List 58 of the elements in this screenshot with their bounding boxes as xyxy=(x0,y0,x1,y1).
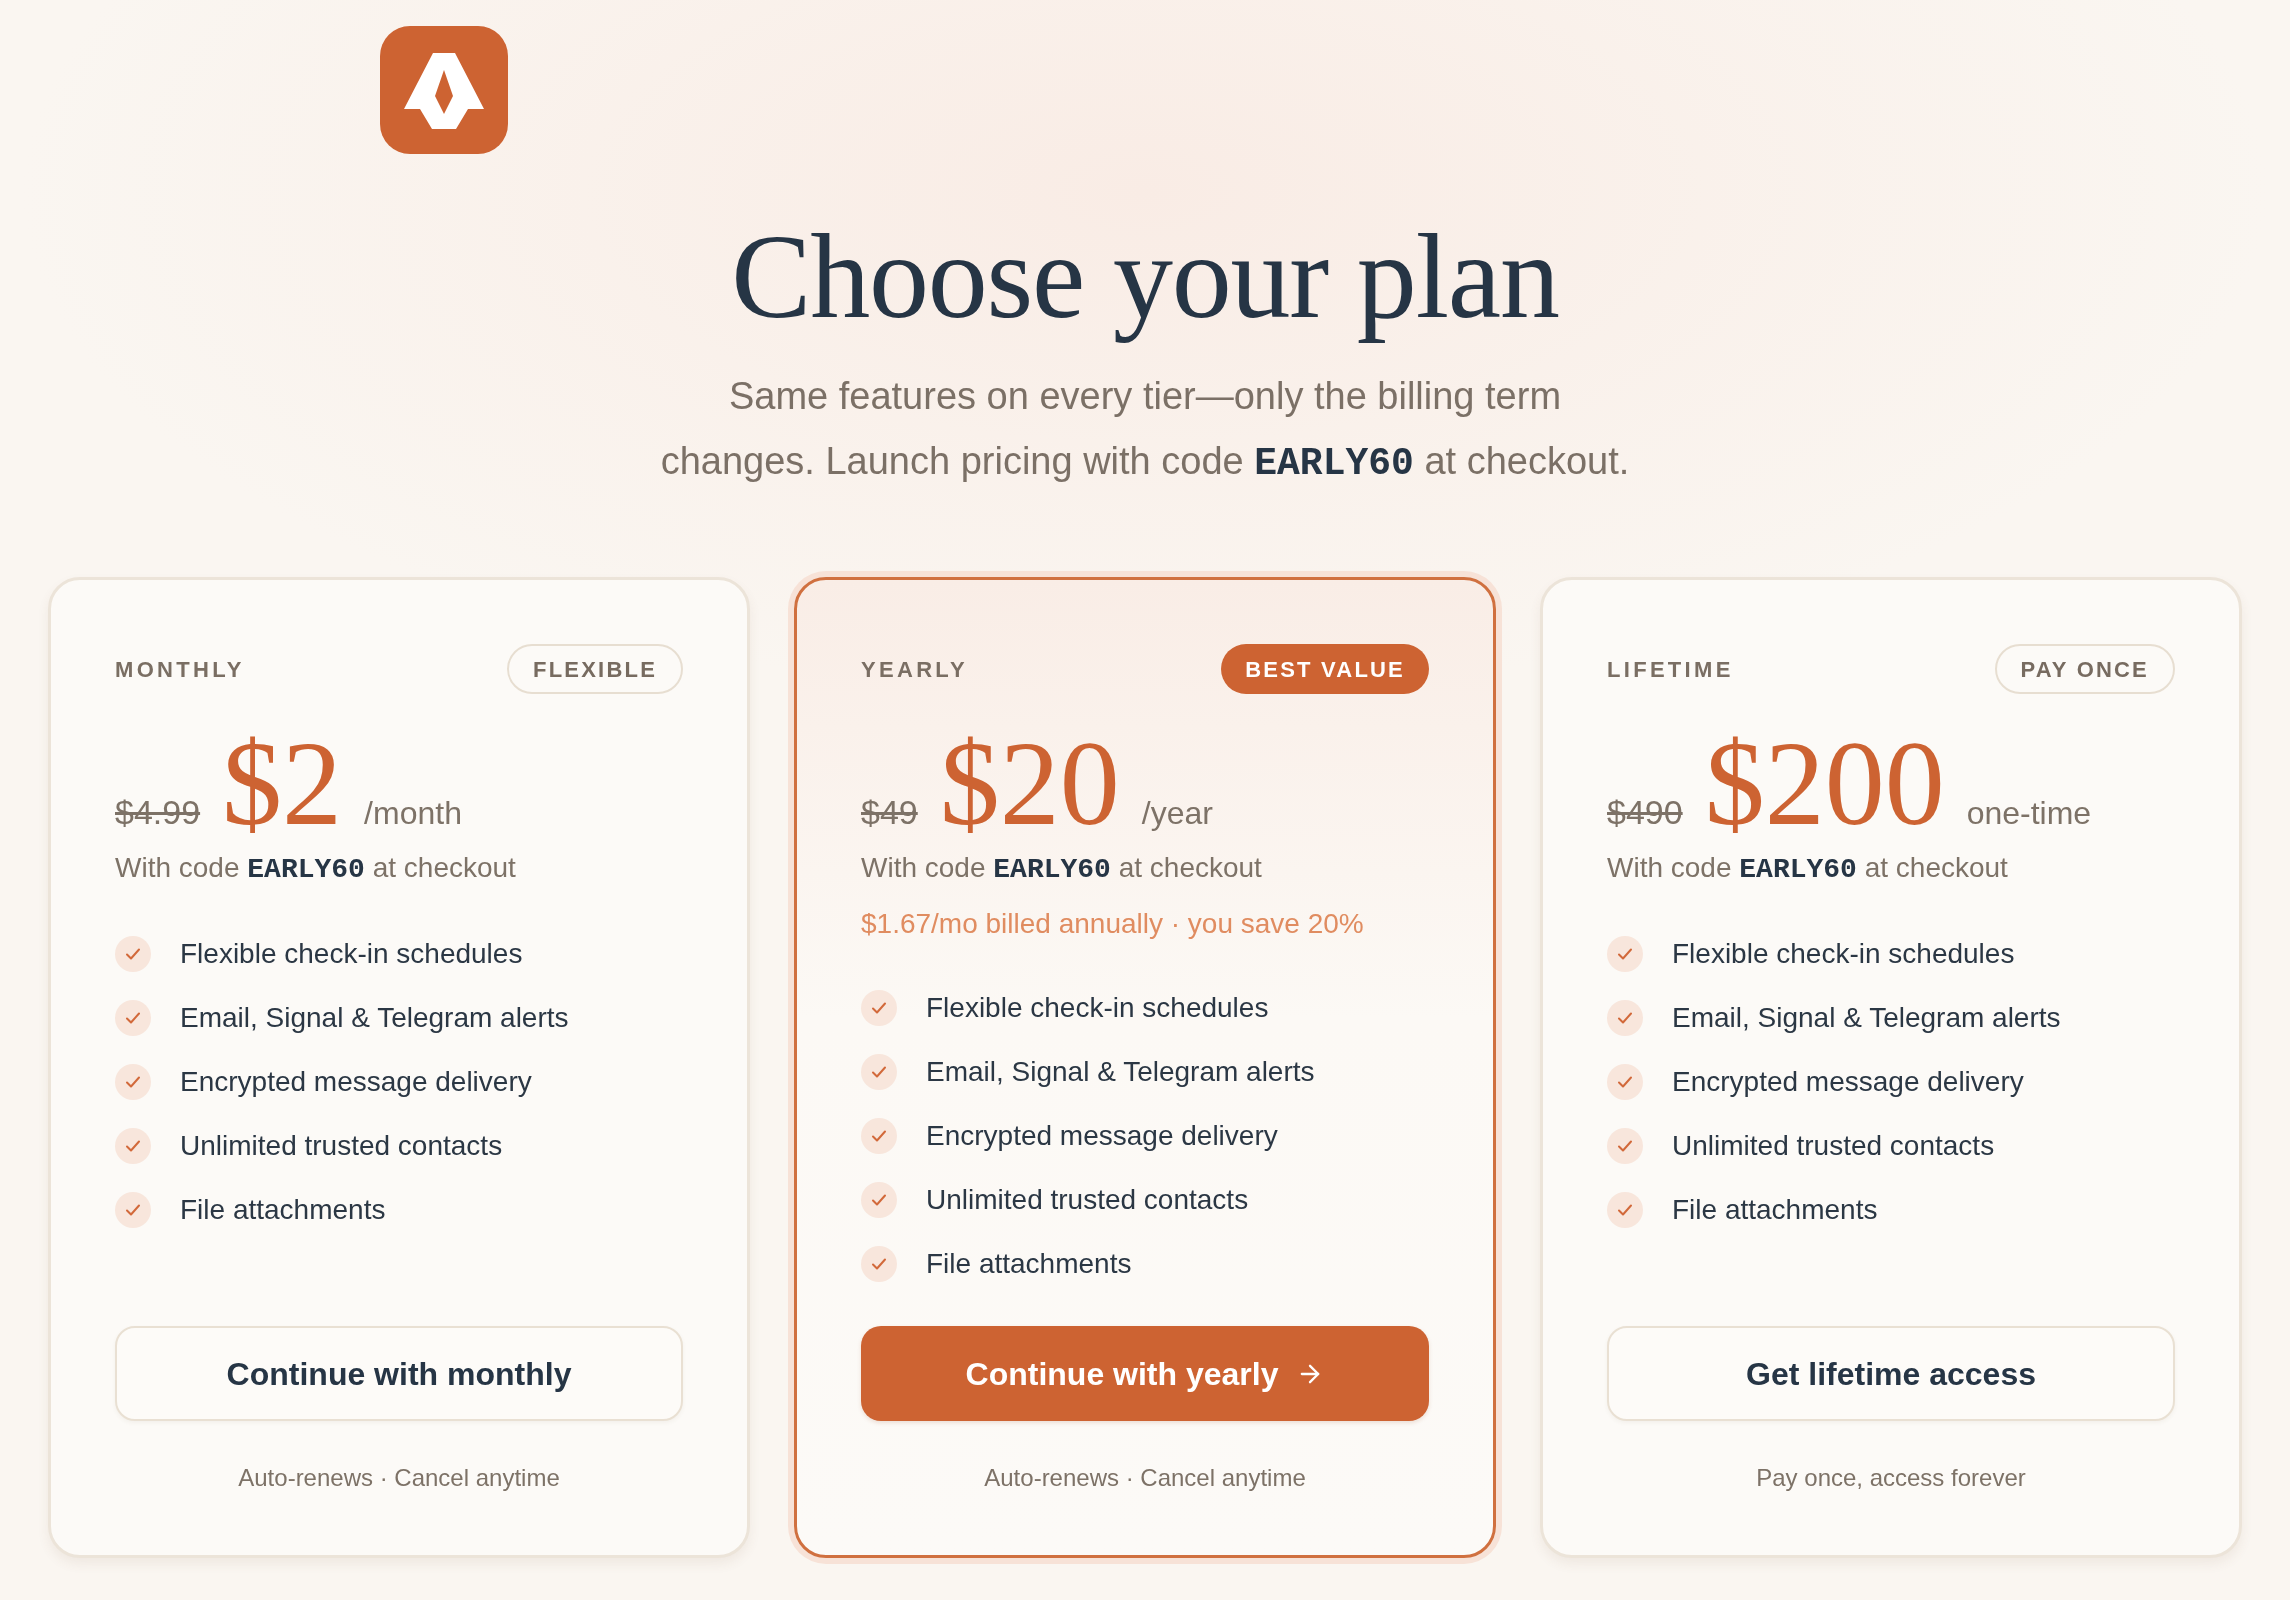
check-icon xyxy=(861,1182,897,1218)
feature-text: File attachments xyxy=(180,1193,386,1227)
check-icon xyxy=(861,1054,897,1090)
original-price: $49 xyxy=(861,792,918,833)
check-icon xyxy=(1607,1128,1643,1164)
feature-text: Unlimited trusted contacts xyxy=(926,1183,1249,1217)
feature-text: Encrypted message delivery xyxy=(180,1065,532,1099)
original-price: $4.99 xyxy=(115,792,201,833)
price-period: one-time xyxy=(1966,794,2092,833)
feature-text: Encrypted message delivery xyxy=(926,1119,1278,1153)
feature-text: Unlimited trusted contacts xyxy=(1672,1129,1995,1163)
price: $200 xyxy=(1704,724,1945,844)
check-icon xyxy=(861,990,897,1026)
plan-name: MONTHLY xyxy=(115,655,245,684)
feature-text: Flexible check-in schedules xyxy=(180,937,523,971)
price: $20 xyxy=(939,724,1120,844)
plan-name: LIFETIME xyxy=(1607,655,1734,684)
check-icon xyxy=(861,1118,897,1154)
savings-note: $1.67/mo billed annually · you save 20% xyxy=(861,907,1365,941)
plan-badge: PAY ONCE xyxy=(1994,644,2175,694)
original-price: $490 xyxy=(1607,792,1683,833)
feature-text: Email, Signal & Telegram alerts xyxy=(926,1055,1315,1089)
feature-text: Unlimited trusted contacts xyxy=(180,1129,503,1163)
feature-text: Email, Signal & Telegram alerts xyxy=(1672,1001,2061,1035)
page-subtitle: Same features on every tier—only the billing term changes. Launch pricing with code EARLY60 at checkout. xyxy=(659,374,1631,487)
check-icon xyxy=(1607,1000,1643,1036)
renewal-note: Pay once, access forever xyxy=(1755,1463,2027,1493)
renewal-note: Auto-renews · Cancel anytime xyxy=(983,1463,1307,1493)
price-period: /year xyxy=(1141,794,1213,833)
plan-button[interactable]: Continue with monthly xyxy=(115,1326,683,1421)
price-period: /month xyxy=(364,794,462,833)
feature-text: Encrypted message delivery xyxy=(1672,1065,2024,1099)
check-icon xyxy=(115,1064,151,1100)
check-icon xyxy=(1607,936,1643,972)
plan-button[interactable]: Get lifetime access xyxy=(1607,1326,2175,1421)
feature-text: Flexible check-in schedules xyxy=(1672,937,2015,971)
check-icon xyxy=(1607,1192,1643,1228)
promo-note: With code EARLY60 at checkout xyxy=(1607,851,2009,887)
plan-name: YEARLY xyxy=(861,655,969,684)
check-icon xyxy=(1607,1064,1643,1100)
check-icon xyxy=(115,1000,151,1036)
plan-badge: BEST VALUE xyxy=(1221,644,1429,694)
plan-badge: FLEXIBLE xyxy=(507,644,683,694)
feature-text: File attachments xyxy=(1672,1193,1878,1227)
price: $2 xyxy=(222,724,343,844)
renewal-note: Auto-renews · Cancel anytime xyxy=(237,1463,561,1493)
check-icon xyxy=(861,1246,897,1282)
logo-icon xyxy=(380,26,508,154)
feature-text: Email, Signal & Telegram alerts xyxy=(180,1001,569,1035)
check-icon xyxy=(115,1192,151,1228)
check-icon xyxy=(115,1128,151,1164)
page-title: Choose your plan xyxy=(731,209,1559,345)
promo-note: With code EARLY60 at checkout xyxy=(115,851,517,887)
check-icon xyxy=(115,936,151,972)
promo-note: With code EARLY60 at checkout xyxy=(861,851,1263,887)
feature-text: Flexible check-in schedules xyxy=(926,991,1269,1025)
feature-text: File attachments xyxy=(926,1247,1132,1281)
plan-button[interactable]: Continue with yearly xyxy=(861,1326,1429,1421)
